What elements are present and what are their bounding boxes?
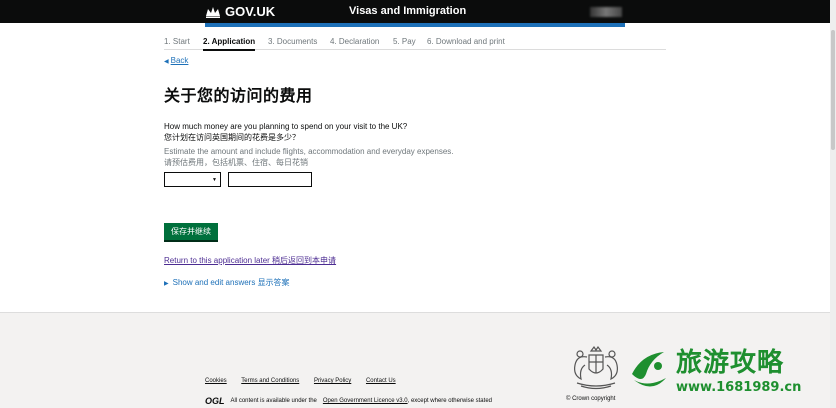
step-download: 6. Download and print [427,37,505,46]
amount-input[interactable] [228,172,312,187]
licence-link[interactable]: Open Government Licence v3.0 [323,398,408,404]
header-blue-bar [205,23,625,27]
watermark-url: www.1681989.cn [676,380,802,395]
hint-english: Estimate the amount and include flights,… [164,147,454,156]
step-declaration: 4. Declaration [330,37,380,46]
progress-steps: 1. Start 2. Application 3. Documents 4. … [164,36,666,51]
triangle-left-icon: ◀ [164,59,169,65]
footer-link-terms[interactable]: Terms and Conditions [241,378,299,384]
account-blurred [590,7,622,17]
page-title: 关于您的访问的费用 [164,88,313,105]
ogl-logo-icon: OGL [205,396,225,406]
royal-coat-of-arms-icon [574,345,618,390]
crown-icon [206,6,220,18]
swoosh-logo-icon [632,352,666,387]
caret-down-icon: ▼ [212,177,217,183]
step-start: 1. Start [164,37,190,46]
show-answers-toggle[interactable]: ▶ Show and edit answers 显示答案 [164,277,290,288]
watermark: 旅游攻略 www.1681989.cn [628,340,833,408]
footer-link-privacy[interactable]: Privacy Policy [314,378,351,384]
hint-chinese: 请预估费用，包括机票、住宿、每日花销 [164,158,308,167]
watermark-title: 旅游攻略 [676,348,785,378]
show-answers-label: Show and edit answers 显示答案 [172,278,290,287]
return-later-link[interactable]: Return to this application later 稍后返回到本申… [164,255,336,266]
govuk-logo-link[interactable]: GOV.UK [205,4,275,19]
back-link-label: Back [170,56,189,65]
footer-links: Cookies Terms and Conditions Privacy Pol… [205,378,409,384]
licence-line: OGL All content is available under the O… [205,396,492,406]
scrollbar-thumb[interactable] [831,30,835,150]
licence-prefix: All content is available under the [230,398,317,404]
header-bar: GOV.UK Visas and Immigration [0,0,836,23]
govuk-logo-text: GOV.UK [225,4,276,19]
footer-link-cookies[interactable]: Cookies [205,378,227,384]
back-link[interactable]: ◀ Back [164,56,188,65]
save-and-continue-button[interactable]: 保存并继续 [164,223,218,240]
step-documents: 3. Documents [268,37,318,46]
licence-suffix: , except where otherwise stated [407,398,492,404]
currency-select[interactable]: ▼ [164,172,221,187]
question-english: How much money are you planning to spend… [164,122,408,131]
step-application: 2. Application [203,37,256,51]
crown-copyright[interactable]: © Crown copyright [566,396,615,402]
triangle-right-icon: ▶ [164,281,169,287]
question-chinese: 您计划在访问英国期间的花费是多少？ [164,133,300,142]
step-pay: 5. Pay [393,37,416,46]
footer-link-contact[interactable]: Contact Us [366,378,396,384]
service-name[interactable]: Visas and Immigration [349,5,466,17]
